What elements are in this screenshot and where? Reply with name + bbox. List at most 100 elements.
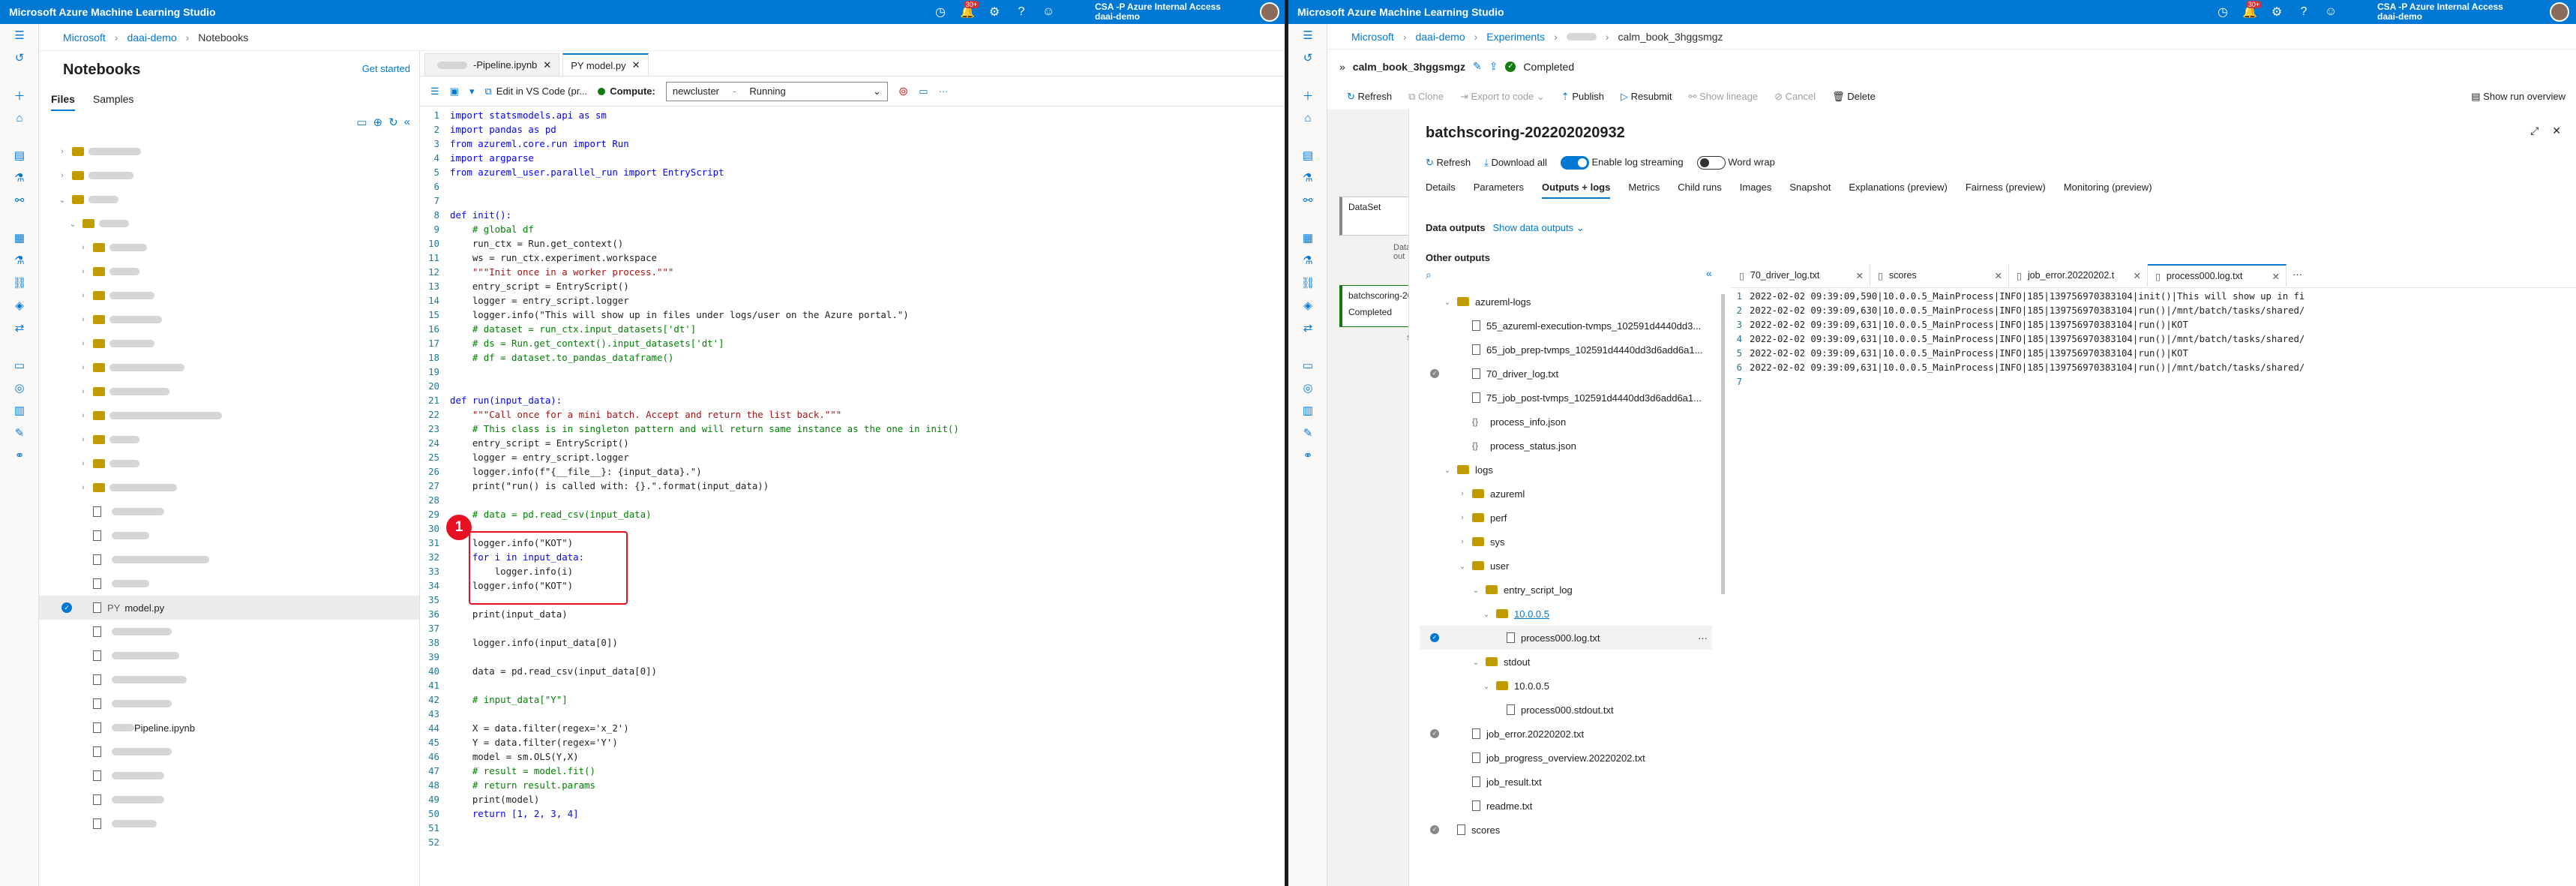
chevron-icon[interactable]: › xyxy=(78,363,88,372)
automl-icon[interactable]: ⚗ xyxy=(0,167,39,189)
compute-details-icon[interactable]: ▭ xyxy=(919,86,928,98)
designer-icon[interactable]: ⚯ xyxy=(1288,189,1327,212)
menu-icon[interactable]: ☰ xyxy=(430,86,439,98)
chevron-icon[interactable]: › xyxy=(78,243,88,252)
tree-row[interactable] xyxy=(39,668,419,692)
endpoints-icon[interactable]: ⇄ xyxy=(1288,317,1327,339)
linked-services-icon[interactable]: ⚭ xyxy=(0,444,39,467)
output-tree-row[interactable]: job_result.txt xyxy=(1420,770,1712,794)
automl-icon[interactable]: ⚗ xyxy=(1288,167,1327,189)
chevron-icon[interactable]: ⌄ xyxy=(1471,657,1481,667)
bell-icon[interactable]: 🔔 30+ xyxy=(957,1,979,21)
datasets-icon[interactable]: ▦ xyxy=(0,227,39,249)
chevron-icon[interactable]: › xyxy=(78,483,88,492)
environments-icon[interactable]: ◎ xyxy=(0,377,39,399)
chevron-icon[interactable]: ⌄ xyxy=(1481,681,1492,691)
account-info[interactable]: CSA -P Azure Internal Access daai-demo xyxy=(2377,2,2503,22)
chevron-icon[interactable]: ⌄ xyxy=(1442,465,1453,475)
labeling-icon[interactable]: ✎ xyxy=(0,422,39,444)
tree-row[interactable]: › xyxy=(39,332,419,356)
pipelines-icon[interactable]: ⛓ xyxy=(0,272,39,294)
chevron-icon[interactable]: ⌄ xyxy=(67,219,78,229)
help-icon[interactable]: ? xyxy=(2293,3,2314,21)
clock-icon[interactable]: ◷ xyxy=(930,3,951,21)
output-tree-row[interactable]: › azureml xyxy=(1420,482,1712,506)
experiments-icon[interactable]: ⚗ xyxy=(1288,249,1327,272)
tree-row[interactable]: › xyxy=(39,308,419,332)
output-tree-row[interactable]: › sys xyxy=(1420,530,1712,554)
close-icon[interactable]: ✕ xyxy=(543,59,551,71)
tab-parameters[interactable]: Parameters xyxy=(1474,182,1524,199)
tree-row[interactable]: › xyxy=(39,452,419,476)
bell-icon[interactable]: 🔔 30+ xyxy=(2239,1,2262,21)
tab-files[interactable]: Files xyxy=(51,93,75,111)
output-tree-row[interactable]: 65_job_prep-tvmps_102591d4440dd3d6add6a1… xyxy=(1420,338,1712,362)
tree-row[interactable]: › xyxy=(39,284,419,308)
home-icon[interactable]: ⌂ xyxy=(1288,107,1327,129)
chevron-icon[interactable]: › xyxy=(78,387,88,396)
tree-row[interactable] xyxy=(39,500,419,524)
output-tree-row[interactable]: ⌄ logs xyxy=(1420,458,1712,482)
log-tab[interactable]: ▯ job_error.20220202.t ✕ xyxy=(2009,264,2148,287)
tree-row[interactable]: › xyxy=(39,260,419,284)
tree-row[interactable] xyxy=(39,524,419,548)
save-dropdown-icon[interactable]: ▾ xyxy=(469,86,475,98)
chevron-icon[interactable]: › xyxy=(78,459,88,468)
log-viewer[interactable]: 1 2022-02-02 09:39:09,590|10.0.0.5_MainPr… xyxy=(1732,290,2576,402)
tree-row[interactable]: › xyxy=(39,404,419,428)
chevron-icon[interactable]: › xyxy=(78,411,88,420)
new-icon[interactable]: ＋ xyxy=(0,84,39,107)
output-tree-row[interactable]: ⌄ entry_script_log xyxy=(1420,578,1712,602)
more-icon[interactable]: ··· xyxy=(2287,264,2308,287)
delete-button[interactable]: 🗑 Delete xyxy=(1832,91,1876,103)
chevron-icon[interactable]: › xyxy=(78,339,88,348)
more-icon[interactable]: ··· xyxy=(939,86,949,97)
back-icon[interactable]: ↺ xyxy=(1288,47,1327,69)
chevron-icon[interactable]: › xyxy=(78,291,88,300)
feedback-icon[interactable]: ☺ xyxy=(1038,3,1059,21)
tree-row[interactable]: › xyxy=(39,140,419,164)
output-tree-row[interactable]: 75_job_post-tvmps_102591d4440dd3d6add6a1… xyxy=(1420,386,1712,410)
account-info[interactable]: CSA -P Azure Internal Access daai-demo xyxy=(1095,2,1221,22)
tab-fairness-preview[interactable]: Fairness (preview) xyxy=(1966,182,2046,199)
notebook-icon[interactable]: ▤ xyxy=(1288,144,1327,167)
notebook-icon[interactable]: ▤ xyxy=(0,144,39,167)
tree-row[interactable]: ⌄ xyxy=(39,188,419,212)
pipeline-canvas[interactable]: DataSet Dataset out data batchscoring-20… xyxy=(1327,110,1442,886)
datastores-icon[interactable]: ▥ xyxy=(0,399,39,422)
tab-child-runs[interactable]: Child runs xyxy=(1678,182,1722,199)
output-tree-row[interactable]: {} process_status.json xyxy=(1420,434,1712,458)
datastores-icon[interactable]: ▥ xyxy=(1288,399,1327,422)
share-icon[interactable]: ⇪ xyxy=(1489,60,1498,73)
tree-row[interactable]: › xyxy=(39,428,419,452)
tree-row[interactable] xyxy=(39,692,419,716)
tree-row[interactable]: › xyxy=(39,356,419,380)
tree-row[interactable] xyxy=(39,740,419,764)
new-icon[interactable]: ＋ xyxy=(1288,84,1327,107)
output-tree-row[interactable]: process000.stdout.txt xyxy=(1420,698,1712,722)
stop-compute-icon[interactable]: ⊚ xyxy=(898,84,908,99)
chevron-icon[interactable]: › xyxy=(78,315,88,324)
compute-icon[interactable]: ▭ xyxy=(1288,354,1327,377)
tree-row[interactable]: ⌄ xyxy=(39,212,419,236)
output-tree-row[interactable]: {} process_info.json xyxy=(1420,410,1712,434)
datasets-icon[interactable]: ▦ xyxy=(1288,227,1327,249)
code-area[interactable]: 1 import statsmodels.api as sm 2 import pan… xyxy=(420,108,1285,886)
output-tree-row[interactable]: ✓ process000.log.txt ··· xyxy=(1420,626,1712,650)
download-all-button[interactable]: ⤓ Download all xyxy=(1484,157,1547,169)
output-tree-row[interactable]: ⌄ 10.0.0.5 xyxy=(1420,602,1712,626)
breadcrumb-item[interactable]: Microsoft xyxy=(1351,31,1394,43)
publish-button[interactable]: ⇡ Publish xyxy=(1561,91,1604,103)
edit-vscode-button[interactable]: ⧉ Edit in VS Code (pr... xyxy=(484,86,587,98)
log-streaming-toggle[interactable]: Enable log streaming xyxy=(1560,156,1684,170)
editor-tab-pipeline[interactable]: -Pipeline.ipynb ✕ xyxy=(424,53,560,76)
home-icon[interactable]: ⌂ xyxy=(0,107,39,129)
tree-row[interactable]: › xyxy=(39,236,419,260)
more-icon[interactable]: ··· xyxy=(1698,632,1708,644)
close-icon[interactable]: ✕ xyxy=(632,59,640,71)
tree-row[interactable] xyxy=(39,812,419,836)
log-tab[interactable]: ▯ 70_driver_log.txt ✕ xyxy=(1732,264,1870,287)
tree-row[interactable] xyxy=(39,644,419,668)
close-icon[interactable]: ✕ xyxy=(2134,270,2141,281)
breadcrumb-item[interactable]: daai-demo xyxy=(1415,31,1465,43)
